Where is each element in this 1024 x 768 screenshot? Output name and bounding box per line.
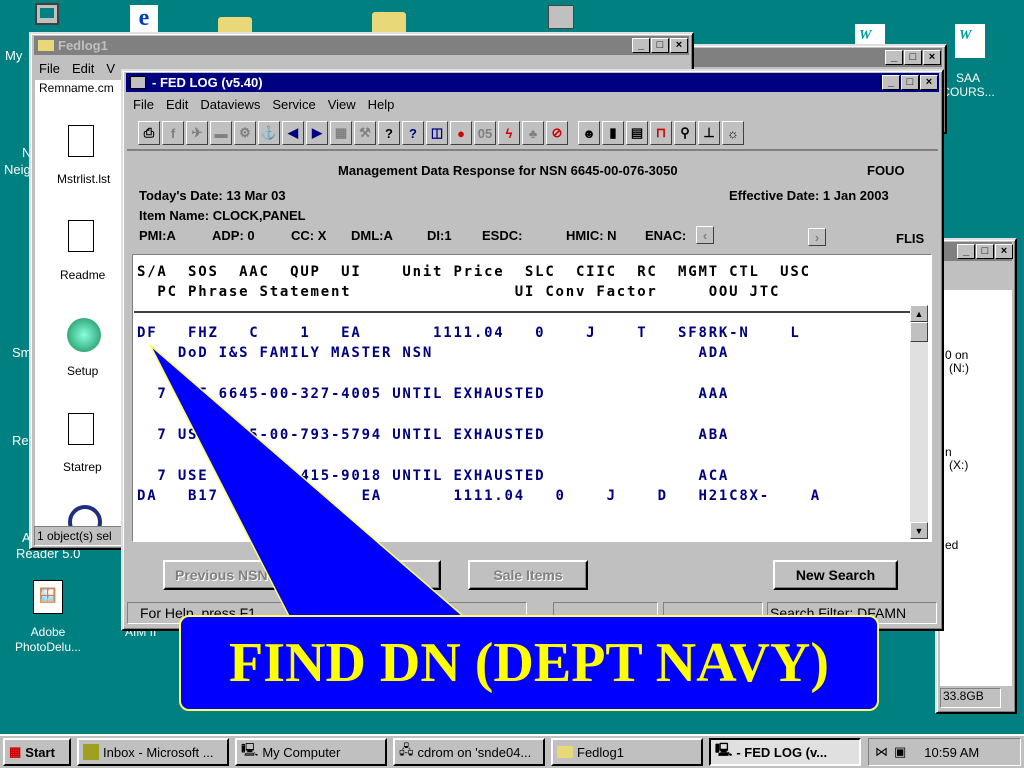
outlook-icon	[83, 744, 99, 760]
taskbar-item-fedlog1[interactable]: Fedlog1	[551, 738, 703, 766]
taskbar-item-cdrom[interactable]: 🖧 cdrom on 'snde04...	[393, 738, 545, 766]
display-tray-icon[interactable]: ▣	[894, 744, 906, 760]
computer-icon: 🖳	[715, 742, 733, 757]
callout-box: FIND DN (DEPT NAVY)	[179, 615, 879, 711]
taskbar-label: Inbox - Microsoft ...	[103, 744, 214, 760]
start-button[interactable]: ▦ Start	[3, 738, 71, 766]
network-drive-icon: 🖧	[399, 742, 414, 757]
taskbar-item-inbox[interactable]: Inbox - Microsoft ...	[77, 738, 229, 766]
folder-icon	[557, 746, 573, 758]
taskbar-label: Fedlog1	[577, 744, 624, 760]
system-tray: ⋈ ▣ 10:59 AM	[868, 738, 1021, 766]
windows-logo-icon: ▦	[9, 744, 22, 759]
taskbar-item-my-computer[interactable]: 🖳 My Computer	[235, 738, 387, 766]
start-label: Start	[25, 744, 55, 760]
network-tray-icon[interactable]: ⋈	[875, 744, 888, 760]
taskbar-label: cdrom on 'snde04...	[417, 744, 532, 760]
taskbar-label: My Computer	[262, 744, 341, 760]
clock: 10:59 AM	[924, 744, 980, 760]
callout-text: FIND DN (DEPT NAVY)	[229, 632, 829, 694]
taskbar-item-fedlog-active[interactable]: 🖳 - FED LOG (v...	[709, 738, 861, 766]
computer-icon: 🖳	[241, 742, 259, 757]
taskbar-label: - FED LOG (v...	[736, 744, 828, 760]
